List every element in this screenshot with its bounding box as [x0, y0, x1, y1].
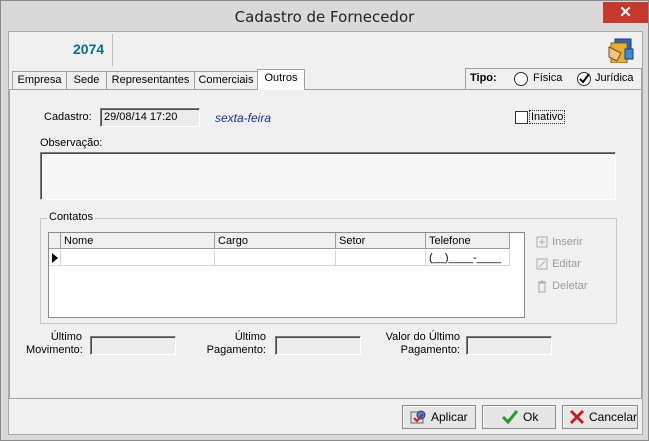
dialog-window: Cadastro de Fornecedor ✕ 2074 Empresa Se… [0, 0, 649, 441]
ultimo-movimento-field[interactable] [90, 336, 176, 355]
client-area: 2074 Empresa Sede Representantes Comerci… [8, 31, 643, 435]
ultimo-pagamento-label-2: Pagamento: [206, 344, 266, 356]
col-nome[interactable]: Nome [61, 233, 215, 249]
grid-corner [49, 233, 61, 249]
tab-empresa[interactable]: Empresa [12, 71, 67, 89]
radio-fisica[interactable] [514, 72, 528, 86]
row-indicator [49, 250, 61, 266]
ultimo-movimento-label: Último Movimento: [26, 331, 83, 357]
apply-icon [410, 410, 426, 424]
tab-comerciais-label: Comerciais [198, 74, 254, 86]
window-title: Cadastro de Fornecedor [234, 8, 415, 26]
valor-ultimo-pagamento-label: Valor do Último Pagamento: [376, 331, 460, 357]
ok-label: Ok [523, 410, 539, 424]
col-setor[interactable]: Setor [336, 233, 426, 249]
observacao-label: Observação: [40, 137, 103, 149]
edit-icon [536, 258, 548, 270]
tab-comerciais[interactable]: Comerciais [194, 71, 258, 89]
cell-nome[interactable] [61, 250, 215, 266]
tab-sede[interactable]: Sede [66, 71, 107, 89]
tab-outros-label: Outros [264, 72, 298, 84]
valor-ultimo-pagamento-label-1: Valor do Último [385, 331, 460, 343]
tab-page-outros: Cadastro: 29/08/14 17:20 sexta-feira Ina… [9, 89, 642, 399]
col-cargo[interactable]: Cargo [215, 233, 336, 249]
header-panel: 2074 [9, 32, 642, 68]
contatos-group: Contatos Nome Cargo Setor Telefone (__)_… [40, 211, 617, 324]
ultimo-pagamento-label: Último Pagamento: [206, 331, 266, 357]
close-button[interactable]: ✕ [603, 2, 648, 23]
tab-representantes[interactable]: Representantes [106, 71, 195, 89]
tipo-label: Tipo: [470, 72, 497, 84]
trash-icon [538, 280, 546, 293]
radio-fisica-label[interactable]: Física [533, 72, 562, 84]
cell-setor[interactable] [336, 250, 426, 266]
check-icon [579, 73, 590, 84]
inativo-checkbox[interactable] [515, 111, 528, 124]
insert-icon [536, 236, 548, 248]
ok-check-icon [501, 410, 519, 425]
deletar-button[interactable]: Deletar [535, 279, 588, 293]
cell-telefone[interactable]: (__)____-____ [426, 250, 510, 266]
inserir-label: Inserir [552, 235, 583, 248]
tab-empresa-label: Empresa [17, 74, 62, 86]
ultimo-pagamento-field[interactable] [275, 336, 361, 355]
tipo-group: Tipo: Física Jurídica [465, 68, 642, 90]
tab-representantes-label: Representantes [111, 74, 190, 86]
col-telefone[interactable]: Telefone [426, 233, 510, 249]
ultimo-movimento-label-1: Último [50, 331, 82, 343]
ok-button[interactable]: Ok [482, 405, 556, 429]
header-divider [112, 34, 113, 66]
valor-ultimo-pagamento-field[interactable] [466, 336, 552, 355]
cell-cargo[interactable] [215, 250, 336, 266]
supplier-book-icon [608, 38, 634, 63]
cancel-x-icon [569, 409, 585, 425]
cadastro-value: 29/08/14 17:20 [104, 111, 178, 123]
aplicar-label: Aplicar [431, 410, 468, 424]
radio-juridica-label[interactable]: Jurídica [595, 72, 634, 84]
row-pointer-icon [52, 253, 58, 263]
weekday-text: sexta-feira [215, 111, 272, 125]
cancelar-button[interactable]: Cancelar [562, 405, 638, 429]
title-bar[interactable]: Cadastro de Fornecedor ✕ [1, 1, 648, 31]
inativo-label[interactable]: Inativo [529, 110, 566, 124]
cadastro-label: Cadastro: [44, 111, 92, 123]
cancelar-label: Cancelar [589, 410, 638, 424]
aplicar-button[interactable]: Aplicar [402, 405, 476, 429]
inserir-button[interactable]: Inserir [535, 235, 583, 249]
editar-button[interactable]: Editar [535, 257, 581, 271]
radio-juridica[interactable] [577, 72, 591, 86]
editar-label: Editar [552, 257, 581, 270]
tab-sede-label: Sede [73, 74, 100, 86]
valor-ultimo-pagamento-label-2: Pagamento: [400, 344, 460, 356]
ultimo-pagamento-label-1: Último [234, 331, 266, 343]
deletar-label: Deletar [552, 279, 588, 292]
tab-outros[interactable]: Outros [257, 69, 305, 90]
observacao-textarea[interactable] [40, 152, 616, 200]
cadastro-field[interactable]: 29/08/14 17:20 [100, 108, 200, 127]
contatos-legend: Contatos [47, 211, 96, 223]
supplier-code: 2074 [73, 41, 105, 57]
contatos-grid[interactable]: Nome Cargo Setor Telefone (__)____-____ [48, 232, 525, 318]
ultimo-movimento-label-2: Movimento: [26, 344, 83, 356]
